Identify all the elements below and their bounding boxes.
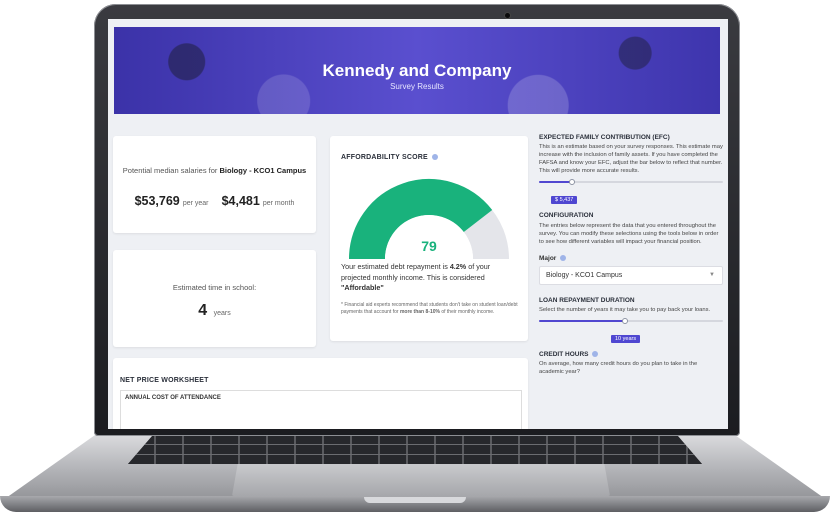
cost-of-attendance-title: ANNUAL COST OF ATTENDANCE bbox=[125, 395, 221, 401]
years-number: 4 bbox=[198, 302, 208, 319]
loan-duration-description: Select the number of years it may take y… bbox=[539, 307, 711, 313]
credit-hours-description: On average, how many credit hours do you… bbox=[539, 361, 698, 375]
salary-intro-text: Potential median salaries for bbox=[122, 166, 218, 175]
info-icon[interactable] bbox=[432, 154, 439, 161]
net-price-worksheet: NET PRICE WORKSHEET ANNUAL COST OF ATTEN… bbox=[113, 358, 528, 429]
loan-duration-title: LOAN REPAYMENT DURATION bbox=[539, 297, 635, 304]
major-label: Major bbox=[539, 255, 723, 262]
camera-icon bbox=[505, 13, 510, 18]
salary-card: Potential median salaries for Biology - … bbox=[113, 136, 316, 233]
affordability-footnote: * Financial aid experts recommend that s… bbox=[341, 302, 523, 315]
affordability-card: AFFORDABILITY SCORE 79 Your estimated de… bbox=[330, 136, 528, 341]
salary-per-month: $4,481 bbox=[221, 194, 260, 208]
loan-slider-fill bbox=[539, 320, 626, 322]
major-label-text: Major bbox=[539, 255, 557, 262]
configuration-panel: EXPECTED FAMILY CONTRIBUTION (EFC) This … bbox=[539, 134, 723, 429]
affordability-rating: "Affordable" bbox=[341, 283, 384, 292]
laptop-trackpad bbox=[232, 464, 610, 496]
cost-of-attendance-box: ANNUAL COST OF ATTENDANCE bbox=[120, 390, 522, 429]
efc-slider[interactable] bbox=[539, 179, 723, 185]
credit-hours-title: CREDIT HOURS bbox=[539, 351, 723, 358]
per-month-unit: per month bbox=[262, 200, 295, 207]
hero-banner: Kennedy and Company Survey Results bbox=[114, 27, 720, 114]
years-unit: years bbox=[213, 310, 231, 317]
efc-slider-handle[interactable] bbox=[569, 179, 576, 185]
footnote-bold: more than 8-10% bbox=[399, 308, 440, 315]
company-title: Kennedy and Company bbox=[322, 61, 512, 80]
chevron-down-icon: ▼ bbox=[709, 272, 715, 278]
affordability-title: AFFORDABILITY SCORE bbox=[341, 154, 439, 161]
debt-percent: 4.2% bbox=[449, 262, 467, 271]
worksheet-title: NET PRICE WORKSHEET bbox=[120, 377, 209, 384]
efc-description: This is an estimate based on your survey… bbox=[539, 144, 723, 174]
survey-subtitle: Survey Results bbox=[390, 82, 444, 91]
efc-slider-fill bbox=[539, 181, 573, 183]
loan-slider-handle[interactable] bbox=[622, 318, 629, 324]
time-in-school-card: Estimated time in school: 4 years bbox=[113, 250, 316, 347]
salary-amounts: $53,769 per year $4,481 per month bbox=[113, 194, 316, 208]
loan-duration-badge: 10 years bbox=[611, 335, 641, 343]
loan-duration-slider[interactable] bbox=[539, 318, 723, 324]
salary-per-year: $53,769 bbox=[134, 194, 180, 208]
major-select[interactable]: Biology - KCO1 Campus ▼ bbox=[539, 266, 723, 285]
info-icon[interactable] bbox=[560, 255, 567, 262]
configuration-title: CONFIGURATION bbox=[539, 212, 594, 219]
per-year-unit: per year bbox=[182, 200, 209, 207]
salary-intro: Potential median salaries for Biology - … bbox=[113, 166, 316, 175]
footnote-after: of their monthly income. bbox=[441, 308, 495, 315]
affordability-title-text: AFFORDABILITY SCORE bbox=[341, 154, 428, 161]
major-selected-value: Biology - KCO1 Campus bbox=[546, 272, 623, 279]
info-icon[interactable] bbox=[592, 351, 599, 358]
program-name: Biology - KCO1 Campus bbox=[219, 166, 307, 175]
summary-before: Your estimated debt repayment is bbox=[341, 262, 448, 271]
affordability-gauge: 79 bbox=[349, 179, 509, 261]
time-in-school-value: 4 years bbox=[113, 302, 316, 320]
configuration-description: The entries below represent the data tha… bbox=[539, 223, 719, 245]
affordability-summary: Your estimated debt repayment is 4.2% of… bbox=[341, 262, 521, 294]
credit-hours-title-text: CREDIT HOURS bbox=[539, 351, 589, 358]
efc-title: EXPECTED FAMILY CONTRIBUTION (EFC) bbox=[539, 134, 670, 141]
laptop-notch bbox=[364, 497, 466, 503]
efc-value-badge: $ 5,437 bbox=[551, 196, 578, 204]
laptop-screen: Kennedy and Company Survey Results Poten… bbox=[108, 19, 728, 429]
affordability-score: 79 bbox=[421, 238, 437, 254]
time-in-school-label: Estimated time in school: bbox=[172, 283, 257, 292]
